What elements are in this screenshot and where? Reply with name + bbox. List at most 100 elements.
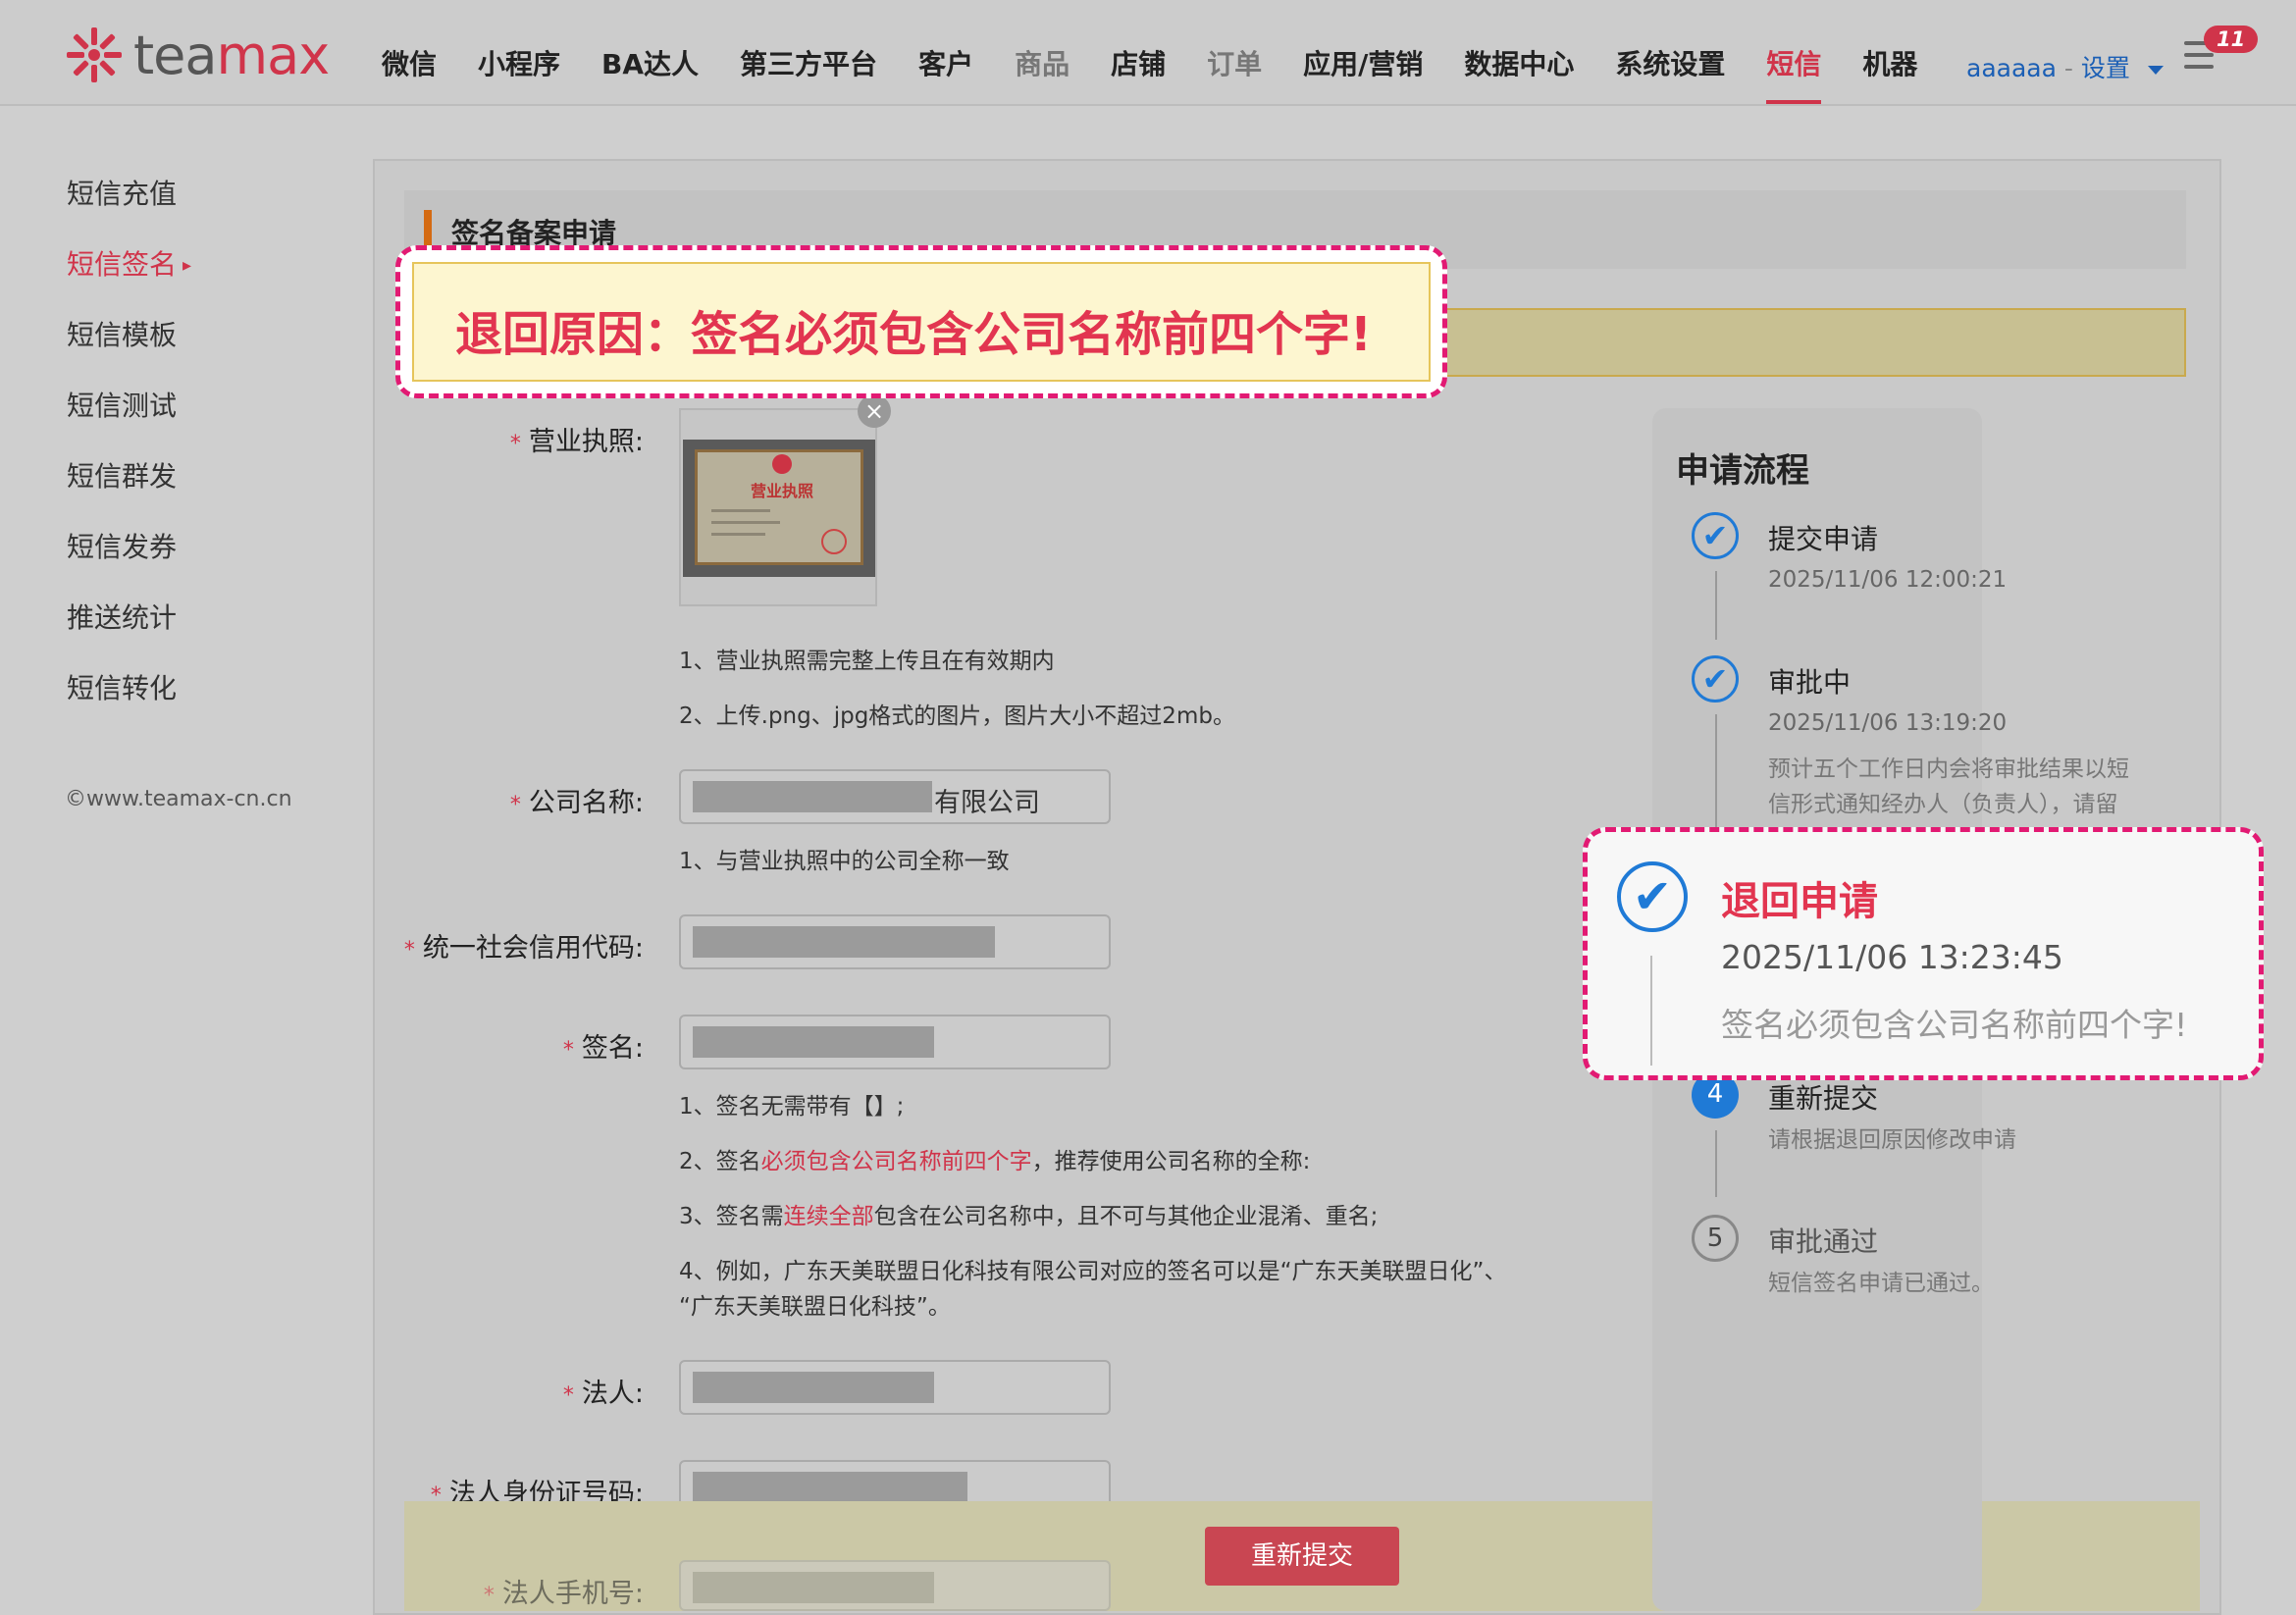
redacted-value <box>693 1026 934 1058</box>
nav-customer[interactable]: 客户 <box>898 0 994 104</box>
signature-hint-4-line1: 4、例如，广东天美联盟日化科技有限公司对应的签名可以是“广东天美联盟日化”、 <box>679 1259 1507 1284</box>
resubmit-button[interactable]: 重新提交 <box>1205 1527 1399 1586</box>
signature-hint-3: 3、签名需连续全部包含在公司名称中，且不可与其他企业混淆、重名; <box>679 1197 1378 1230</box>
sidebar-item-sms-recharge[interactable]: 短信充值 <box>67 165 361 235</box>
rejected-step-callout: ✔ 退回申请 2025/11/06 13:23:45 签名必须包含公司名称前四个… <box>1583 827 2264 1080</box>
sidebar-item-push-stats[interactable]: 推送统计 <box>67 589 361 659</box>
business-license-image: 营业执照 <box>695 449 863 565</box>
signature-input[interactable] <box>679 1015 1111 1069</box>
hint-text: ，推荐使用公司名称的全称: <box>1031 1149 1311 1174</box>
sidebar-item-label: 短信群发 <box>67 460 178 493</box>
step-3-time: 2025/11/06 13:23:45 <box>1721 938 2063 976</box>
signature-hint-2: 2、签名必须包含公司名称前四个字，推荐使用公司名称的全称: <box>679 1142 1310 1175</box>
logo-wordmark: teamax <box>133 24 330 86</box>
check-icon: ✔ <box>1617 861 1688 932</box>
company-name-hint: 1、与营业执照中的公司全称一致 <box>679 849 1010 874</box>
license-upload[interactable]: 营业执照 <box>679 408 877 606</box>
sidebar-item-sms-signature[interactable]: 短信签名 ▸ <box>67 235 361 306</box>
required-mark: * <box>509 793 521 817</box>
step-5-name: 审批通过 <box>1768 1225 1879 1258</box>
nav-wechat[interactable]: 微信 <box>361 0 457 104</box>
sidebar-item-sms-conversion[interactable]: 短信转化 <box>67 659 361 730</box>
step-5-number: 5 <box>1692 1215 1739 1262</box>
nav-third-party[interactable]: 第三方平台 <box>719 0 898 104</box>
nav-data-center[interactable]: 数据中心 <box>1443 0 1594 104</box>
step-3-name: 退回申请 <box>1721 879 1878 924</box>
hint-emphasis: 连续全部 <box>783 1204 874 1229</box>
step-1-name: 提交申请 <box>1768 523 1879 555</box>
nav-system-settings[interactable]: 系统设置 <box>1594 0 1746 104</box>
step-connector <box>1715 571 1717 640</box>
user-menu[interactable]: aaaaaa - 设置 <box>1966 49 2164 84</box>
required-mark: * <box>483 1584 495 1608</box>
notification-badge[interactable]: 11 <box>2204 26 2259 53</box>
company-name-suffix: 有限公司 <box>934 788 1040 818</box>
settings-link[interactable]: 设置 <box>2081 54 2130 82</box>
step-connector <box>1650 956 1652 1066</box>
license-label: * 营业执照: <box>500 420 644 458</box>
nav-ba-talent[interactable]: BA达人 <box>581 0 719 104</box>
remove-image-close-icon[interactable]: × <box>858 394 891 428</box>
sidebar-item-sms-template[interactable]: 短信模板 <box>67 306 361 377</box>
license-hint-2: 2、上传.png、jpg格式的图片，图片大小不超过2mb。 <box>679 703 1235 729</box>
step-3-desc: 签名必须包含公司名称前四个字! <box>1721 1006 2188 1044</box>
label-text: 统一社会信用代码: <box>422 933 644 964</box>
nav-goods[interactable]: 商品 <box>994 0 1090 104</box>
nav-machine[interactable]: 机器 <box>1842 0 1938 104</box>
license-hint-1: 1、营业执照需完整上传且在有效期内 <box>679 649 1055 674</box>
step-1-time: 2025/11/06 12:00:21 <box>1768 567 2008 593</box>
license-text-line <box>711 521 780 524</box>
copyright-text: ©www.teamax-cn.cn <box>65 787 292 811</box>
credit-code-label: * 统一社会信用代码: <box>392 926 644 964</box>
required-mark: * <box>509 432 521 456</box>
license-text-line <box>711 533 765 536</box>
license-text-line <box>711 509 770 512</box>
sidebar-item-label: 推送统计 <box>67 601 178 634</box>
nav-apps-marketing[interactable]: 应用/营销 <box>1282 0 1443 104</box>
sidebar: 短信充值 短信签名 ▸ 短信模板 短信测试 短信群发 短信发券 推送统计 短信转化 <box>67 165 361 730</box>
reject-reason-callout: 退回原因：签名必须包含公司名称前四个字! <box>395 245 1447 398</box>
signature-label: * 签名: <box>555 1026 644 1065</box>
signature-hint-4-line2: “广东天美联盟日化科技”。 <box>679 1294 951 1320</box>
logo-text-prefix: tea <box>133 24 217 86</box>
nav-orders[interactable]: 订单 <box>1186 0 1282 104</box>
hint-text: 包含在公司名称中，且不可与其他企业混淆、重名; <box>873 1204 1379 1229</box>
nav-mini-program[interactable]: 小程序 <box>457 0 581 104</box>
nav-store[interactable]: 店铺 <box>1090 0 1186 104</box>
label-text: 公司名称: <box>528 788 644 818</box>
sidebar-item-label: 短信测试 <box>67 390 178 422</box>
nav-sms[interactable]: 短信 <box>1746 0 1842 104</box>
license-image-title: 营业执照 <box>751 482 814 500</box>
redacted-value <box>693 1572 934 1603</box>
legal-person-input[interactable] <box>679 1360 1111 1415</box>
process-title: 申请流程 <box>1676 451 1809 491</box>
redacted-value <box>693 1372 934 1403</box>
company-name-input[interactable]: 有限公司 <box>679 769 1111 824</box>
stamp-icon <box>821 529 847 554</box>
step-5-desc: 短信签名申请已通过。 <box>1768 1271 1994 1296</box>
main-nav: 微信 小程序 BA达人 第三方平台 客户 商品 店铺 订单 应用/营销 数据中心… <box>361 0 1938 104</box>
step-2-time: 2025/11/06 13:19:20 <box>1768 710 2008 736</box>
legal-person-label: * 法人: <box>555 1372 644 1410</box>
flower-logo-icon <box>67 27 122 82</box>
credit-code-input[interactable] <box>679 914 1111 969</box>
required-mark: * <box>403 938 415 963</box>
sidebar-item-sms-coupon[interactable]: 短信发券 <box>67 518 361 589</box>
redacted-value <box>693 926 995 958</box>
required-mark: * <box>562 1383 574 1408</box>
legal-phone-input[interactable] <box>679 1560 1111 1611</box>
license-thumbnail[interactable]: 营业执照 <box>683 440 875 577</box>
step-connector <box>1715 1130 1717 1197</box>
user-name[interactable]: aaaaaa <box>1966 54 2057 82</box>
legal-phone-label: * 法人手机号: <box>467 1572 644 1610</box>
caret-down-icon[interactable] <box>2147 65 2164 75</box>
sidebar-item-label: 短信模板 <box>67 319 178 351</box>
required-mark: * <box>562 1038 574 1063</box>
sidebar-item-sms-broadcast[interactable]: 短信群发 <box>67 447 361 518</box>
hint-text: 2、签名 <box>679 1149 761 1174</box>
teamax-logo[interactable]: teamax <box>65 24 330 86</box>
check-icon: ✔ <box>1692 512 1739 559</box>
sidebar-item-sms-test[interactable]: 短信测试 <box>67 377 361 447</box>
step-2-desc-line2: 信形式通知经办人（负责人），请留 <box>1768 792 2118 817</box>
company-name-label: * 公司名称: <box>498 781 644 819</box>
